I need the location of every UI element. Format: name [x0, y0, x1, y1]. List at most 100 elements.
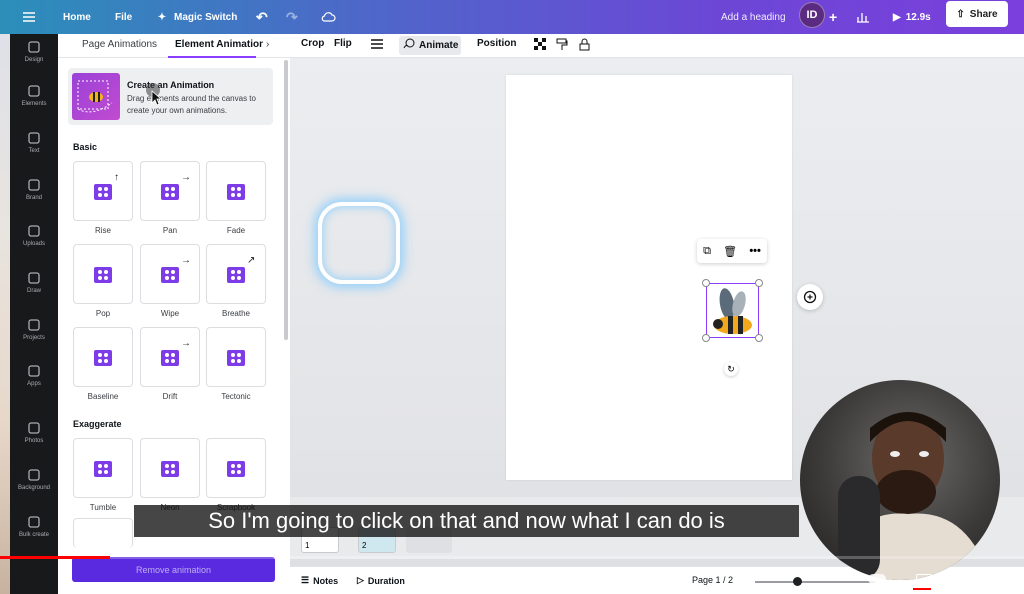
- cloud-sync-icon[interactable]: [320, 0, 336, 34]
- rotate-icon[interactable]: ↻: [724, 362, 738, 376]
- delete-icon[interactable]: 🗑: [723, 245, 737, 258]
- shapes-icon: [94, 184, 112, 200]
- border-style-icon[interactable]: [370, 37, 384, 54]
- zoom-slider-track[interactable]: [755, 581, 875, 583]
- sidebar-item-label: Elements: [21, 101, 47, 107]
- zoom-slider-thumb[interactable]: [793, 577, 802, 586]
- notes-icon: ☰: [301, 575, 310, 585]
- sidebar-item-design[interactable]: Design: [10, 40, 58, 63]
- transparency-icon[interactable]: [534, 38, 546, 53]
- crop-button[interactable]: Crop: [301, 38, 324, 49]
- file-button[interactable]: File: [115, 0, 132, 34]
- sidebar-item-elements[interactable]: Elements: [10, 84, 58, 107]
- chevron-right-icon[interactable]: ›: [266, 39, 269, 50]
- animation-option-tumble[interactable]: [73, 438, 133, 498]
- glowing-shape[interactable]: [318, 202, 400, 284]
- animation-option-baseline[interactable]: [73, 327, 133, 387]
- video-progress-track[interactable]: [0, 556, 1024, 559]
- create-animation-card[interactable]: Create an Animation Drag elements around…: [68, 68, 273, 125]
- animation-option-label: Baseline: [87, 392, 119, 401]
- sidebar-item-projects[interactable]: Projects: [10, 318, 58, 341]
- undo-icon[interactable]: ↶: [256, 0, 268, 34]
- sidebar-item-label: Photos: [24, 438, 44, 444]
- sidebar-item-background[interactable]: Background: [10, 468, 58, 491]
- animation-option-label: Fade: [226, 226, 246, 235]
- video-caption: So I'm going to click on that and now wh…: [134, 505, 799, 537]
- animation-option-neon[interactable]: [140, 438, 200, 498]
- video-frame: Home File ✦ Magic Switch ↶ ↷ Add a headi…: [0, 0, 1024, 594]
- panel-scrollbar[interactable]: [284, 60, 288, 340]
- shapes-icon: [161, 350, 179, 366]
- animation-option-pan[interactable]: →: [140, 161, 200, 221]
- sidebar-item-label: Bulk create: [18, 532, 49, 538]
- sidebar-item-label: Apps: [27, 381, 41, 387]
- sidebar-item-label: Design: [24, 57, 44, 63]
- sidebar-item-label: Brand: [25, 195, 42, 201]
- sidebar-item-text[interactable]: Text: [10, 131, 58, 154]
- resize-handle-tl[interactable]: [702, 279, 710, 287]
- animation-option-wipe[interactable]: →: [140, 244, 200, 304]
- photos-icon: [27, 421, 41, 435]
- subtitles-icon[interactable]: [916, 573, 932, 585]
- design-page[interactable]: [506, 75, 792, 480]
- flip-button[interactable]: Flip: [334, 38, 352, 49]
- sidebar-item-apps[interactable]: Apps: [10, 364, 58, 387]
- sidebar-item-label: Uploads: [22, 241, 45, 247]
- miniplayer-icon[interactable]: [959, 573, 976, 585]
- element-context-menu: ⧉ 🗑 •••: [697, 239, 767, 263]
- duration-button[interactable]: ▷ Duration: [357, 575, 405, 586]
- menu-icon[interactable]: [22, 0, 36, 34]
- home-button[interactable]: Home: [63, 0, 91, 34]
- sidebar-item-brand[interactable]: Brand: [10, 178, 58, 201]
- duplicate-icon[interactable]: ⧉: [703, 245, 711, 258]
- animation-option-tectonic[interactable]: [206, 327, 266, 387]
- add-collaborator-icon[interactable]: +: [829, 0, 837, 34]
- volume-slider[interactable]: [868, 574, 886, 584]
- tab-page-animations[interactable]: Page Animations: [82, 39, 157, 50]
- settings-icon[interactable]: ⚙: [940, 571, 952, 587]
- design-icon: [27, 40, 41, 54]
- animate-button[interactable]: Animate: [399, 36, 461, 55]
- add-comment-icon[interactable]: [797, 284, 823, 310]
- remove-animation-button[interactable]: Remove animation: [72, 557, 275, 582]
- shapes-icon: [94, 461, 112, 477]
- share-button[interactable]: ⇧ Share: [946, 1, 1008, 27]
- play-button[interactable]: ▶ 12.9s: [893, 0, 931, 34]
- elements-icon: [27, 84, 41, 98]
- analytics-icon[interactable]: [856, 0, 870, 34]
- redo-icon[interactable]: ↷: [286, 0, 298, 34]
- animation-option-label: Tumble: [89, 503, 117, 512]
- animation-option-partial[interactable]: [73, 518, 133, 548]
- position-button[interactable]: Position: [477, 38, 516, 49]
- more-options-icon[interactable]: •••: [749, 245, 761, 257]
- resize-handle-bl[interactable]: [702, 334, 710, 342]
- paint-roller-icon[interactable]: [556, 38, 568, 54]
- animation-option-label: Breathe: [221, 309, 251, 318]
- design-title-input[interactable]: Add a heading: [721, 0, 786, 34]
- sparkle-icon: ✦: [157, 11, 167, 23]
- lock-icon[interactable]: [579, 38, 590, 54]
- animation-option-scrapbook[interactable]: [206, 438, 266, 498]
- sidebar-item-photos[interactable]: Photos: [10, 421, 58, 444]
- resize-handle-tr[interactable]: [755, 279, 763, 287]
- arrow-icon: →: [181, 255, 191, 266]
- animation-option-breathe[interactable]: ↗: [206, 244, 266, 304]
- create-animation-thumbnail: [72, 73, 120, 120]
- notes-button[interactable]: ☰ Notes: [301, 575, 338, 586]
- resize-handle-br[interactable]: [755, 334, 763, 342]
- tab-element-animations[interactable]: Element Animations: [175, 39, 263, 50]
- presenter-video: [830, 412, 990, 580]
- animation-option-rise[interactable]: ↑: [73, 161, 133, 221]
- sidebar-item-bulk-create[interactable]: Bulk create: [10, 515, 58, 538]
- video-progress-fill: [0, 556, 110, 559]
- animation-option-label: Drift: [162, 392, 178, 401]
- animation-option-pop[interactable]: [73, 244, 133, 304]
- selected-element-bee[interactable]: [702, 279, 763, 342]
- avatar[interactable]: ID: [799, 2, 825, 28]
- sidebar-item-uploads[interactable]: Uploads: [10, 224, 58, 247]
- shapes-icon: [161, 267, 179, 283]
- animation-option-fade[interactable]: [206, 161, 266, 221]
- magic-switch-button[interactable]: ✦ Magic Switch: [155, 0, 238, 34]
- animation-option-drift[interactable]: →: [140, 327, 200, 387]
- sidebar-item-draw[interactable]: Draw: [10, 271, 58, 294]
